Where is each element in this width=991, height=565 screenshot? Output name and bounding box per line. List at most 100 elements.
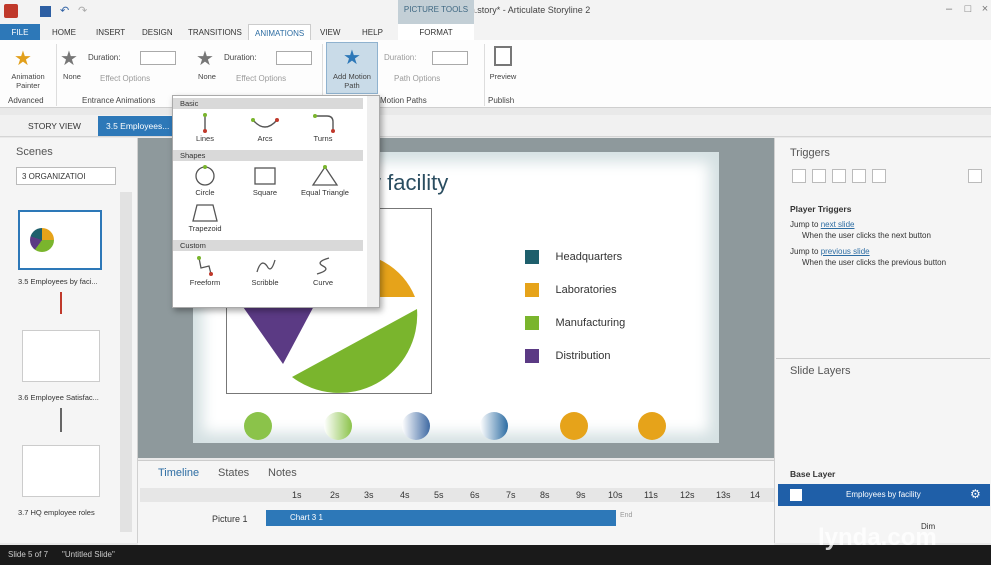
tick-3s: 3s <box>364 490 374 500</box>
exit-effect-label[interactable]: None <box>193 72 221 81</box>
tab-animations[interactable]: ANIMATIONS <box>248 24 312 40</box>
maximize-icon[interactable]: □ <box>960 3 976 19</box>
tick-4s: 4s <box>400 490 410 500</box>
trigger-prefix: Jump to <box>790 247 821 256</box>
new-trigger-icon[interactable] <box>792 169 806 183</box>
exit-effect-options[interactable]: Effect Options <box>236 74 286 83</box>
tab-states[interactable]: States <box>218 467 249 479</box>
entrance-star-icon[interactable]: ★ <box>60 46 78 71</box>
animation-painter-label[interactable]: Animation Painter <box>2 72 54 90</box>
motion-path-menu: Basic Lines Arcs Turns Shapes Circle Squ… <box>172 95 380 308</box>
section-basic: Basic <box>173 98 363 109</box>
menu-item-label: Lines <box>196 134 214 143</box>
tick-8s: 8s <box>540 490 550 500</box>
exit-duration-input[interactable] <box>276 51 312 65</box>
paste-trigger-icon[interactable] <box>852 169 866 183</box>
timeline-end-label[interactable]: End <box>620 512 632 519</box>
ribbon-separator <box>56 44 57 106</box>
thumbnail-label: 3.7 HQ employee roles <box>18 508 95 517</box>
tick-5s: 5s <box>434 490 444 500</box>
copy-trigger-icon[interactable] <box>832 169 846 183</box>
menu-item-scribble[interactable]: Scribble <box>235 254 295 290</box>
nav-circle[interactable] <box>480 412 508 440</box>
close-icon[interactable]: × <box>977 3 991 19</box>
tick-14: 14 <box>750 490 761 500</box>
menu-item-freeform[interactable]: Freeform <box>175 254 235 290</box>
slide-thumbnail[interactable] <box>22 330 100 382</box>
legend-label: Laboratories <box>555 284 617 296</box>
tick-9s: 9s <box>576 490 586 500</box>
nav-circle[interactable] <box>324 412 352 440</box>
path-options[interactable]: Path Options <box>394 74 440 83</box>
menu-item-square[interactable]: Square <box>235 164 295 200</box>
tab-help[interactable]: HELP <box>356 24 389 40</box>
variables-icon[interactable] <box>968 169 982 183</box>
tab-format[interactable]: FORMAT <box>398 24 474 40</box>
tab-view[interactable]: VIEW <box>314 24 346 40</box>
window-title: KE_NHOrientation.story* - Articulate Sto… <box>400 5 591 15</box>
entrance-effect-options[interactable]: Effect Options <box>100 74 150 83</box>
tab-transitions[interactable]: TRANSITIONS <box>182 24 248 40</box>
legend-item-laboratories: Laboratories <box>525 283 617 297</box>
slide-thumbnail[interactable] <box>22 445 100 497</box>
timeline-bar[interactable]: Chart 3 1 <box>266 510 616 526</box>
animation-painter-icon[interactable]: ★ <box>14 46 32 71</box>
nav-circle[interactable] <box>402 412 430 440</box>
scenes-scrollbar[interactable] <box>120 192 132 532</box>
slide-title[interactable]: y facility <box>370 170 448 196</box>
player-triggers-heading: Player Triggers <box>790 204 852 214</box>
tab-notes[interactable]: Notes <box>268 467 297 479</box>
gear-icon[interactable]: ⚙ <box>970 487 981 501</box>
exit-star-icon[interactable]: ★ <box>196 46 214 71</box>
legend-label: Headquarters <box>555 251 623 263</box>
nav-circle[interactable] <box>244 412 272 440</box>
entrance-effect-label[interactable]: None <box>58 72 86 81</box>
tab-design[interactable]: DESIGN <box>136 24 179 40</box>
legend-swatch <box>525 316 539 330</box>
trigger-condition: When the user clicks the next button <box>802 231 931 240</box>
branch-arrow <box>60 292 62 314</box>
tab-timeline[interactable]: Timeline <box>158 467 199 479</box>
preview-icon[interactable] <box>494 46 512 66</box>
menu-item-circle[interactable]: Circle <box>175 164 235 200</box>
tick-7s: 7s <box>506 490 516 500</box>
tab-insert[interactable]: INSERT <box>90 24 131 40</box>
menu-item-lines[interactable]: Lines <box>175 112 235 146</box>
menu-item-label: Arcs <box>257 134 273 143</box>
motion-duration-input[interactable] <box>432 51 468 65</box>
entrance-duration-label: Duration: <box>88 53 121 62</box>
trigger-link[interactable]: next slide <box>821 220 855 229</box>
layer-name[interactable]: Employees by facility <box>846 490 921 499</box>
legend-label: Manufacturing <box>555 317 626 329</box>
legend-item-headquarters: Headquarters <box>525 250 622 264</box>
scene-dropdown[interactable]: 3 ORGANIZATIOI <box>16 167 116 185</box>
trigger-item: Jump to previous slide <box>790 247 870 256</box>
nav-circle[interactable] <box>560 412 588 440</box>
tick-10s: 10s <box>608 490 623 500</box>
delete-trigger-icon[interactable] <box>872 169 886 183</box>
entrance-duration-input[interactable] <box>140 51 176 65</box>
menu-item-turns[interactable]: Turns <box>293 112 353 146</box>
timeline-row-name[interactable]: Picture 1 <box>212 514 248 524</box>
tab-story-view[interactable]: STORY VIEW <box>20 116 89 136</box>
tab-slide-3-5[interactable]: 3.5 Employees... <box>98 116 178 136</box>
menu-item-equal-triangle[interactable]: Equal Triangle <box>293 164 357 200</box>
tab-home[interactable]: HOME <box>46 24 82 40</box>
trigger-item: Jump to next slide <box>790 220 854 229</box>
section-custom: Custom <box>173 240 363 251</box>
menu-item-arcs[interactable]: Arcs <box>235 112 295 146</box>
menu-scrollbar[interactable] <box>367 96 379 307</box>
ribbon-separator <box>484 44 485 106</box>
preview-label[interactable]: Preview <box>486 72 520 81</box>
scenes-title: Scenes <box>16 146 53 158</box>
nav-circle[interactable] <box>638 412 666 440</box>
minimize-icon[interactable]: – <box>941 3 957 19</box>
advanced-group-label: Advanced <box>8 96 44 105</box>
menu-item-curve[interactable]: Curve <box>293 254 353 290</box>
thumbnail-pie <box>30 228 54 252</box>
tab-file[interactable]: FILE <box>0 24 40 40</box>
edit-trigger-icon[interactable] <box>812 169 826 183</box>
layer-visibility-checkbox[interactable] <box>790 489 802 501</box>
trigger-link[interactable]: previous slide <box>821 247 870 256</box>
menu-item-trapezoid[interactable]: Trapezoid <box>175 202 235 238</box>
